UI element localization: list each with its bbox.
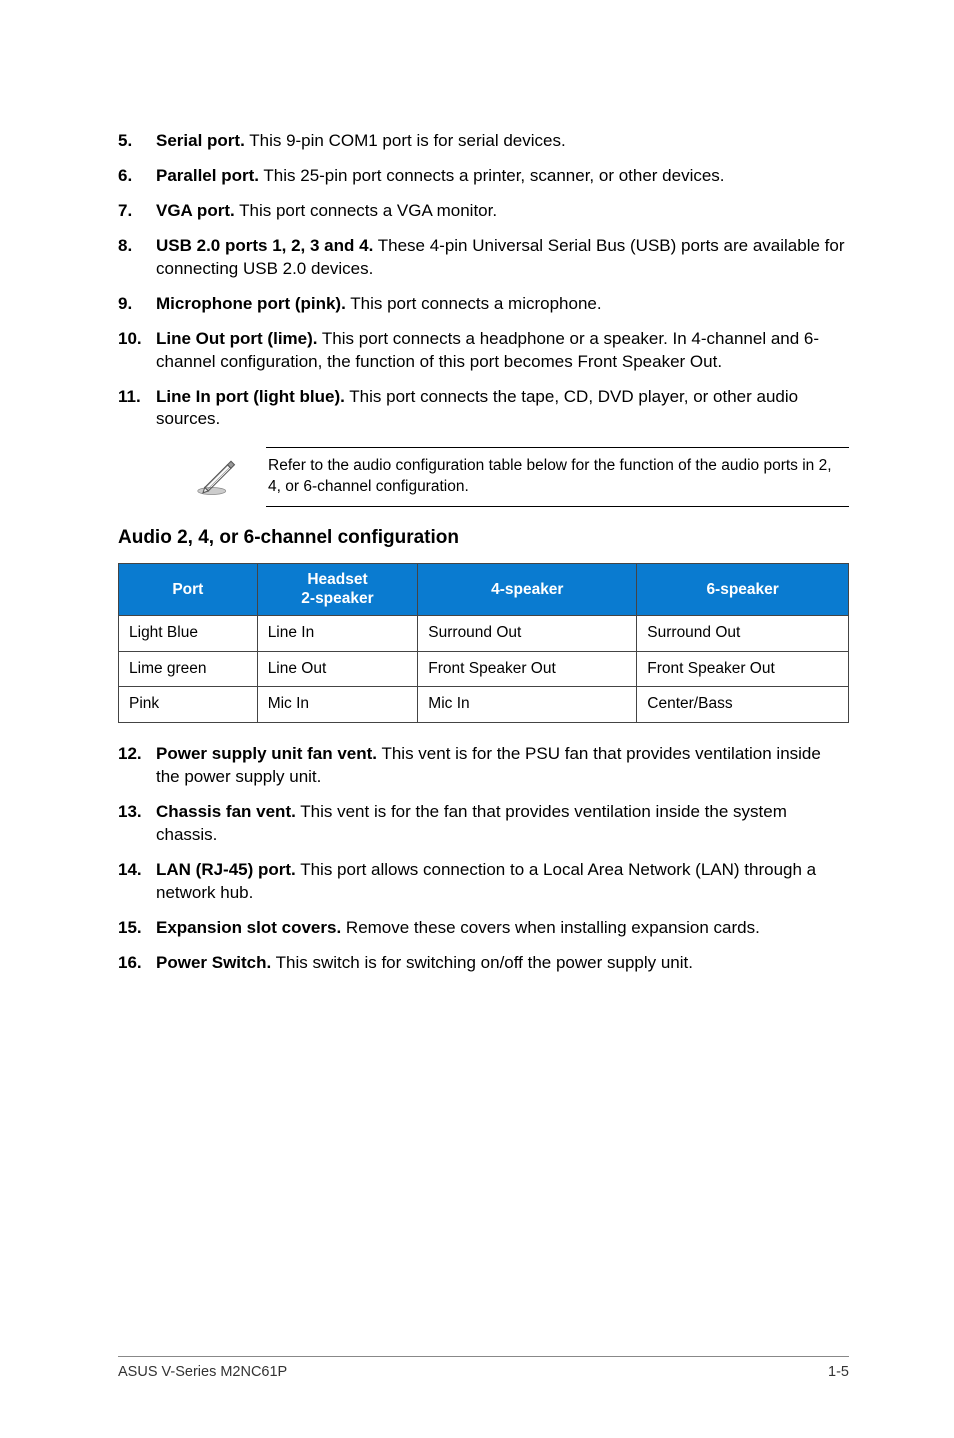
cell: Mic In [418,687,637,723]
item-number: 7. [118,200,156,223]
item-number: 10. [118,328,156,374]
table-header-row: Port Headset 2-speaker 4-speaker 6-speak… [119,563,849,615]
item-rest: This switch is for switching on/off the … [271,953,693,972]
item-bold: Power Switch. [156,953,271,972]
item-bold: Parallel port. [156,166,259,185]
item-number: 11. [118,386,156,432]
item-number: 12. [118,743,156,789]
cell: Surround Out [418,615,637,651]
table-row: Light Blue Line In Surround Out Surround… [119,615,849,651]
item-bold: Microphone port (pink). [156,294,346,313]
page-footer: ASUS V-Series M2NC61P 1-5 [118,1356,849,1383]
cell: Lime green [119,651,258,687]
item-number: 15. [118,917,156,940]
item-number: 8. [118,235,156,281]
col-2speaker: Headset 2-speaker [257,563,418,615]
item-body: Microphone port (pink). This port connec… [156,293,849,316]
cell: Line In [257,615,418,651]
list-item: 12. Power supply unit fan vent. This ven… [118,743,849,789]
list-item: 15. Expansion slot covers. Remove these … [118,917,849,940]
numbered-list-top: 5. Serial port. This 9-pin COM1 port is … [118,130,849,431]
col-6speaker: 6-speaker [637,563,849,615]
item-bold: Chassis fan vent. [156,802,296,821]
item-bold: USB 2.0 ports 1, 2, 3 and 4. [156,236,373,255]
cell: Front Speaker Out [418,651,637,687]
cell: Surround Out [637,615,849,651]
item-bold: Line In port (light blue). [156,387,345,406]
item-number: 13. [118,801,156,847]
item-body: Chassis fan vent. This vent is for the f… [156,801,849,847]
cell: Mic In [257,687,418,723]
item-body: Line Out port (lime). This port connects… [156,328,849,374]
item-body: Power Switch. This switch is for switchi… [156,952,849,975]
item-body: USB 2.0 ports 1, 2, 3 and 4. These 4-pin… [156,235,849,281]
section-heading: Audio 2, 4, or 6-channel configuration [118,525,849,551]
table-row: Pink Mic In Mic In Center/Bass [119,687,849,723]
item-body: Line In port (light blue). This port con… [156,386,849,432]
cell: Line Out [257,651,418,687]
col-4speaker: 4-speaker [418,563,637,615]
list-item: 5. Serial port. This 9-pin COM1 port is … [118,130,849,153]
item-number: 9. [118,293,156,316]
item-body: Parallel port. This 25-pin port connects… [156,165,849,188]
cell: Light Blue [119,615,258,651]
list-item: 16. Power Switch. This switch is for swi… [118,952,849,975]
item-number: 16. [118,952,156,975]
list-item: 6. Parallel port. This 25-pin port conne… [118,165,849,188]
audio-config-table: Port Headset 2-speaker 4-speaker 6-speak… [118,563,849,724]
list-item: 8. USB 2.0 ports 1, 2, 3 and 4. These 4-… [118,235,849,281]
item-number: 5. [118,130,156,153]
item-number: 6. [118,165,156,188]
col-port: Port [119,563,258,615]
cell: Pink [119,687,258,723]
item-bold: VGA port. [156,201,235,220]
list-item: 14. LAN (RJ-45) port. This port allows c… [118,859,849,905]
numbered-list-bottom: 12. Power supply unit fan vent. This ven… [118,743,849,975]
item-rest: This 25-pin port connects a printer, sca… [259,166,725,185]
cell: Front Speaker Out [637,651,849,687]
footer-right: 1-5 [828,1363,849,1383]
item-number: 14. [118,859,156,905]
pencil-icon [196,456,238,498]
item-body: LAN (RJ-45) port. This port allows conne… [156,859,849,905]
item-bold: Power supply unit fan vent. [156,744,377,763]
item-body: Power supply unit fan vent. This vent is… [156,743,849,789]
item-bold: LAN (RJ-45) port. [156,860,296,879]
item-rest: This port connects a microphone. [346,294,602,313]
item-bold: Line Out port (lime). [156,329,318,348]
item-body: Expansion slot covers. Remove these cove… [156,917,849,940]
item-body: VGA port. This port connects a VGA monit… [156,200,849,223]
list-item: 9. Microphone port (pink). This port con… [118,293,849,316]
list-item: 10. Line Out port (lime). This port conn… [118,328,849,374]
list-item: 7. VGA port. This port connects a VGA mo… [118,200,849,223]
cell: Center/Bass [637,687,849,723]
item-rest: This 9-pin COM1 port is for serial devic… [245,131,566,150]
audio-config-table-wrap: Port Headset 2-speaker 4-speaker 6-speak… [118,563,849,724]
item-bold: Expansion slot covers. [156,918,341,937]
item-rest: This port connects a VGA monitor. [235,201,497,220]
table-row: Lime green Line Out Front Speaker Out Fr… [119,651,849,687]
item-rest: Remove these covers when installing expa… [341,918,760,937]
item-bold: Serial port. [156,131,245,150]
item-body: Serial port. This 9-pin COM1 port is for… [156,130,849,153]
list-item: 11. Line In port (light blue). This port… [118,386,849,432]
note-text: Refer to the audio configuration table b… [266,447,849,507]
note-block: Refer to the audio configuration table b… [196,447,849,507]
footer-left: ASUS V-Series M2NC61P [118,1363,287,1383]
list-item: 13. Chassis fan vent. This vent is for t… [118,801,849,847]
